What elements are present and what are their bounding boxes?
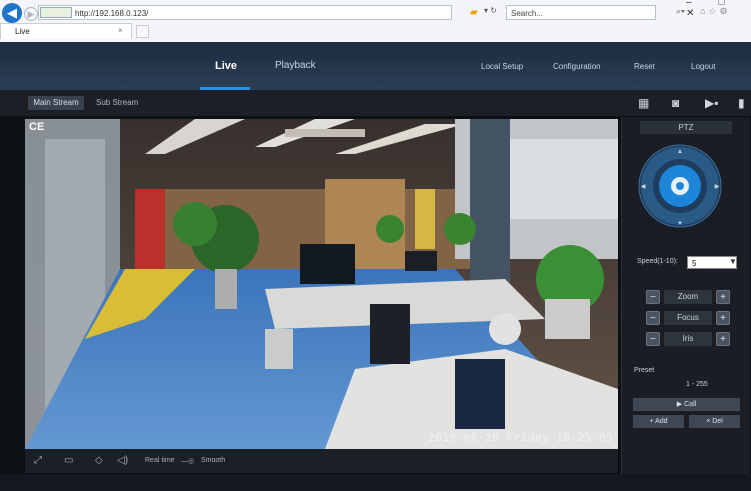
new-tab-button[interactable] [136, 25, 149, 38]
zoom-out-button[interactable]: − [646, 290, 660, 304]
nav-local-setup[interactable]: Local Setup [481, 62, 523, 71]
speed-label: Speed(1-10): [637, 258, 678, 265]
browser-tab[interactable]: Live [0, 23, 132, 39]
office-scene [25, 119, 618, 449]
nav-playback[interactable]: Playback [275, 60, 316, 71]
preset-range: 1 - 255 [686, 381, 708, 388]
volume-icon[interactable]: ◁) [117, 455, 128, 466]
ptz-direction-wheel[interactable]: ▲ ▼ ◀ ▶ [638, 144, 722, 228]
svg-text:▲: ▲ [677, 149, 683, 155]
svg-text:▼: ▼ [677, 221, 683, 227]
tab-main-stream[interactable]: Main Stream [28, 96, 84, 110]
video-controls-bar [25, 449, 618, 473]
live-video[interactable] [25, 119, 618, 449]
osd-timestamp: 2019-06-28 Friday 10:25:05 [428, 431, 614, 444]
focus-label: Focus [664, 311, 712, 325]
record-icon[interactable]: ▶▪ [705, 96, 718, 110]
ptz-title: PTZ [640, 121, 732, 134]
nav-logout[interactable]: Logout [691, 62, 715, 71]
camera-icon[interactable]: ◙ [672, 96, 679, 110]
preset-label: Preset [634, 367, 655, 374]
svg-text:▶: ▶ [715, 184, 720, 190]
zoom-label: Zoom [664, 290, 712, 304]
camera-label: CE [29, 121, 45, 133]
search-icon[interactable]: ⌕▾ [676, 6, 685, 17]
focus-far-button[interactable]: + [716, 311, 730, 325]
preset-call-button[interactable]: ▶ Call [633, 398, 740, 411]
close-icon[interactable]: × [118, 26, 123, 35]
search-input[interactable]: Search... [506, 5, 656, 20]
iris-close-button[interactable]: − [646, 332, 660, 346]
smooth-option[interactable]: Smooth [201, 457, 225, 464]
zoom-in-button[interactable]: + [716, 290, 730, 304]
site-identity-icon [40, 7, 72, 18]
realtime-option[interactable]: Real time [145, 457, 175, 464]
compatibility-icon[interactable]: ▰ [470, 7, 478, 18]
back-icon[interactable]: ◀ [2, 3, 22, 23]
svg-text:◀: ◀ [641, 184, 646, 190]
iris-label: Iris [664, 332, 712, 346]
preset-add-button[interactable]: + Add [633, 415, 684, 428]
window-controls[interactable]: ‒ □ ✕ [686, 0, 751, 19]
layout-icon[interactable]: ▦ [638, 96, 649, 110]
preset-delete-button[interactable]: × Del [689, 415, 740, 428]
aspect-ratio-icon[interactable]: ▭ [64, 455, 73, 466]
fullscreen-icon[interactable]: ⤢ [34, 455, 42, 466]
iris-open-button[interactable]: + [716, 332, 730, 346]
refresh-icon[interactable]: ▾ ↻ [484, 6, 497, 15]
address-bar[interactable]: http://192.168.0.123/ [38, 5, 452, 20]
nav-reset[interactable]: Reset [634, 62, 655, 71]
forward-icon[interactable]: ▶ [24, 7, 38, 21]
focus-icon[interactable]: ◇ [95, 455, 103, 466]
nav-live[interactable]: Live [215, 60, 237, 72]
chevron-down-icon[interactable]: ▼ [729, 257, 737, 266]
microphone-icon[interactable]: ▮ [738, 96, 745, 110]
page-footer [0, 474, 751, 491]
focus-near-button[interactable]: − [646, 311, 660, 325]
nav-configuration[interactable]: Configuration [553, 62, 601, 71]
smooth-toggle-icon[interactable]: —◎ [181, 457, 194, 465]
tab-sub-stream[interactable]: Sub Stream [96, 96, 138, 110]
